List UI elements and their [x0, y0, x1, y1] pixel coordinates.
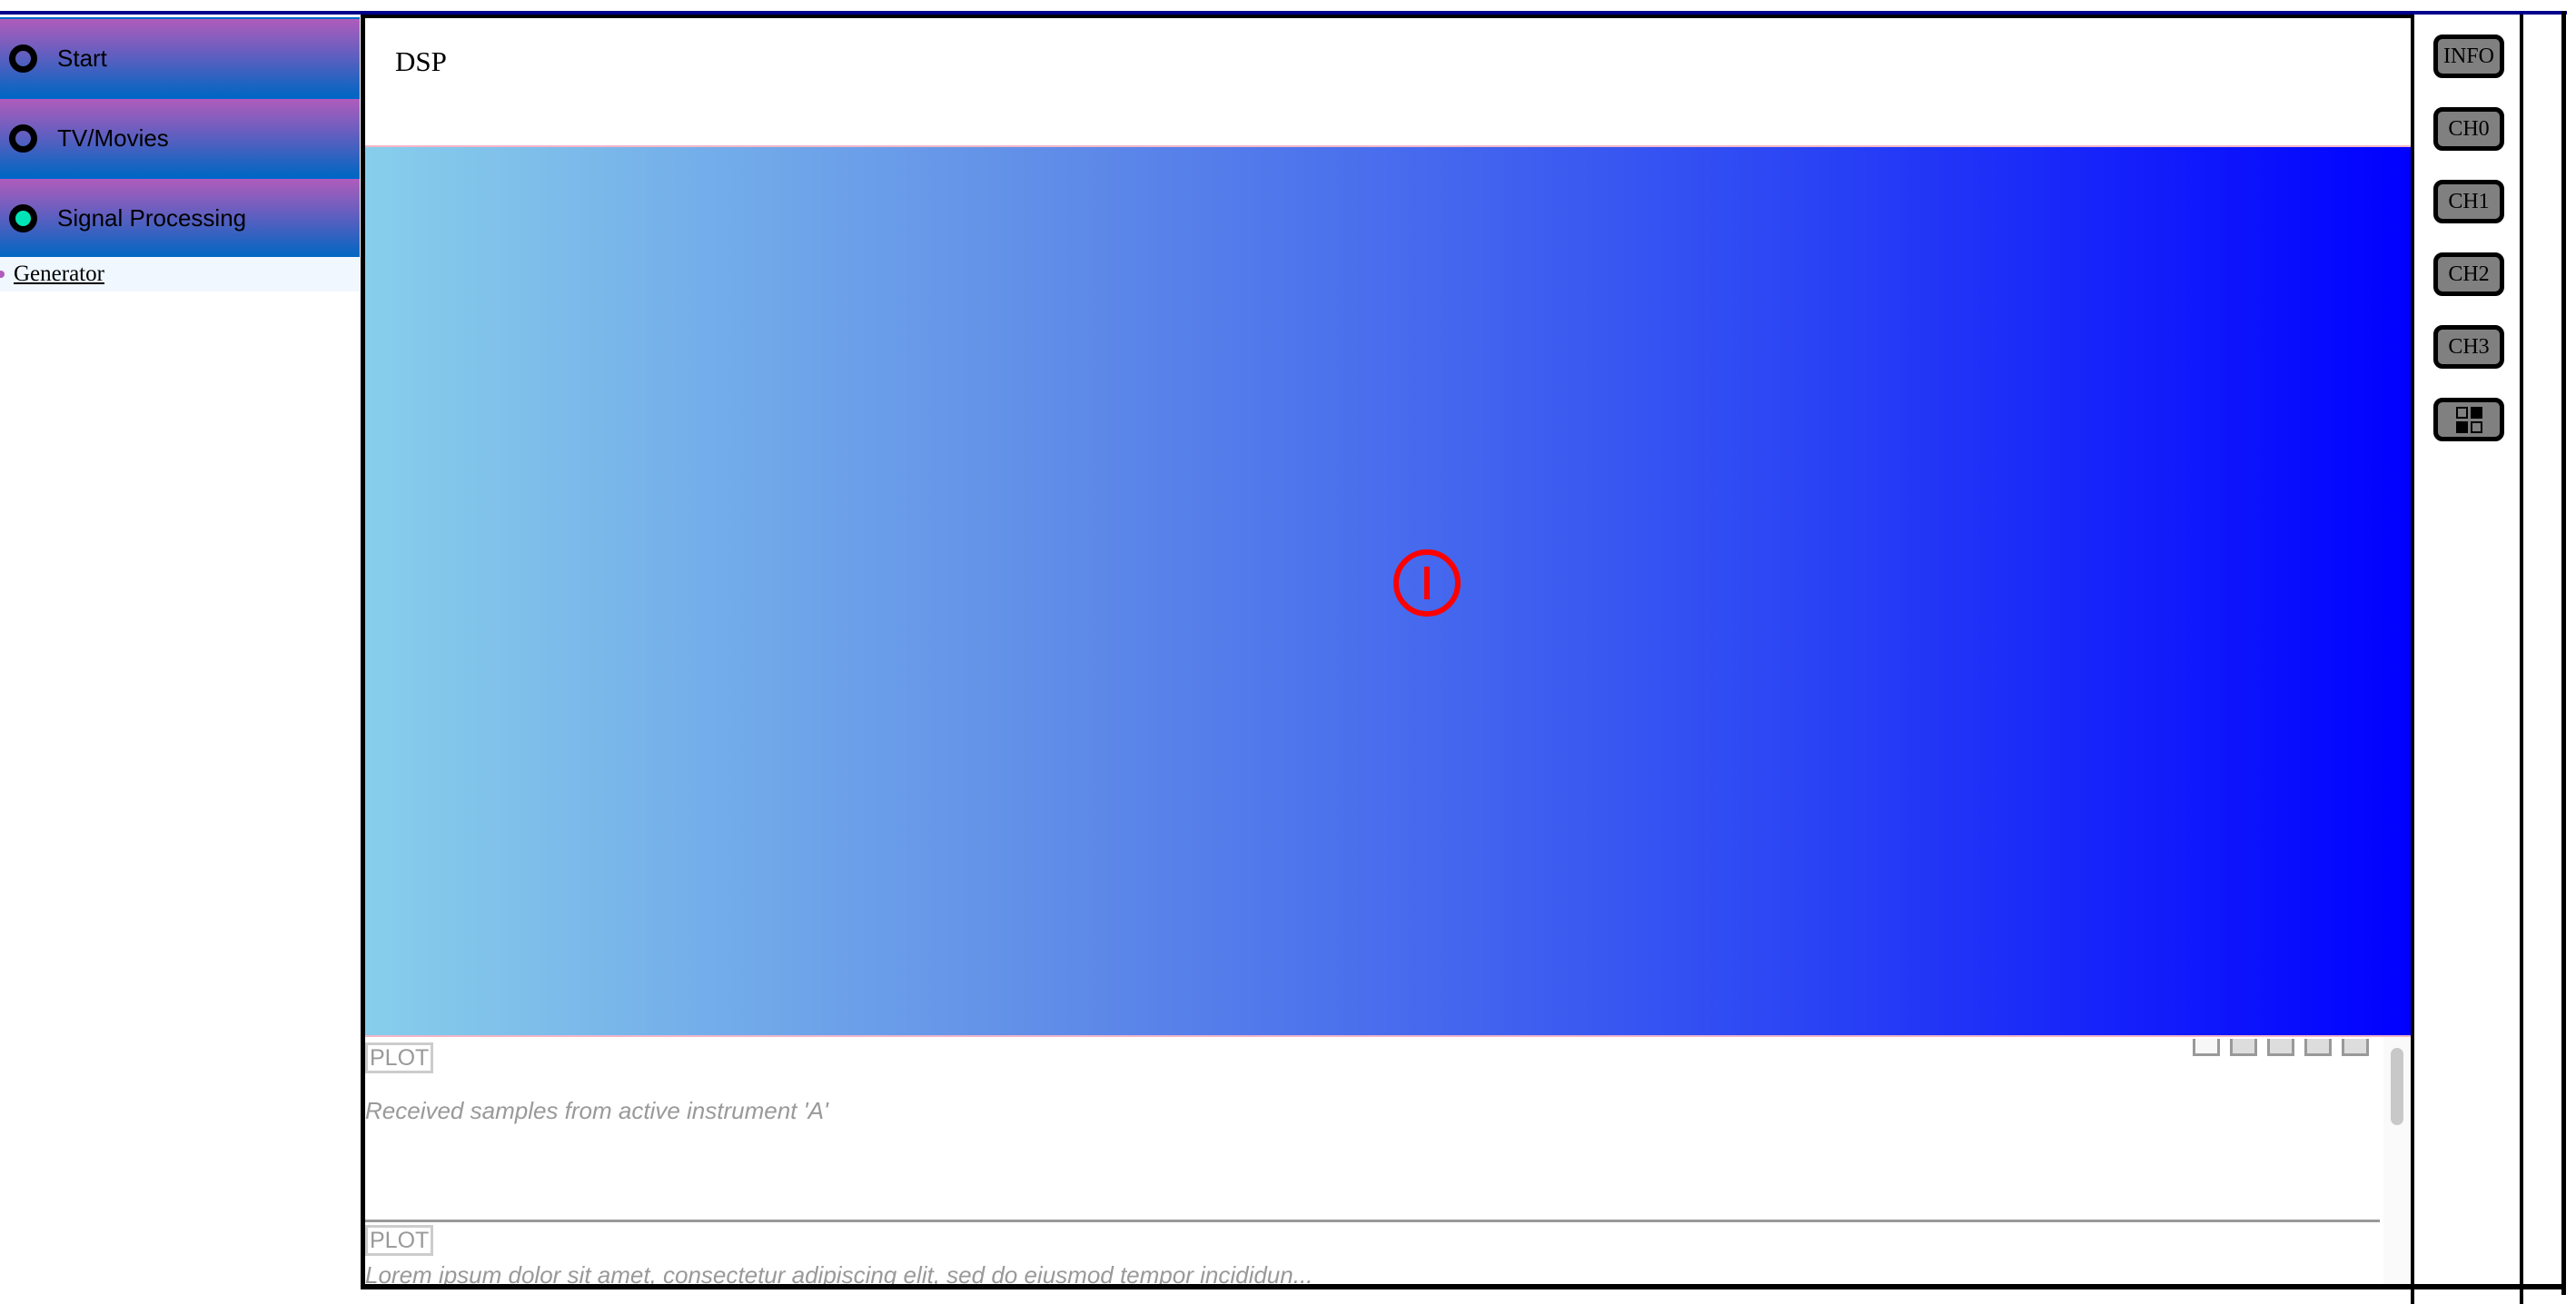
page-title: DSP	[395, 45, 447, 77]
outer-border	[2411, 1284, 2566, 1289]
info-button[interactable]: INFO	[2433, 35, 2504, 78]
radio-active-icon	[9, 203, 37, 232]
plot-tag[interactable]: PLOT	[365, 1042, 434, 1073]
divider	[365, 1220, 2380, 1222]
plot-panel-list: PLOT Received samples from active instru…	[365, 1039, 2380, 1284]
radio-icon	[9, 123, 37, 153]
sidebar-item-label: Signal Processing	[57, 203, 247, 232]
toolbar-box-button[interactable]	[2267, 1039, 2294, 1056]
ch2-button[interactable]: CH2	[2433, 252, 2504, 296]
outer-border	[2561, 11, 2566, 1295]
toolbar-box-button[interactable]	[2304, 1039, 2332, 1056]
generator-link[interactable]: Generator	[14, 262, 104, 287]
toolbar-box-button[interactable]	[2342, 1039, 2369, 1056]
sidebar: Start TV/Movies Signal Processing Genera…	[0, 17, 360, 291]
sidebar-item-start[interactable]: Start	[0, 17, 360, 97]
sidebar-item-label: TV/Movies	[57, 123, 169, 152]
ch1-button[interactable]: CH1	[2433, 180, 2504, 223]
header: DSP	[365, 18, 2411, 145]
plot-description: Received samples from active instrument …	[365, 1097, 828, 1124]
main-panel: DSP PLOT Received samples from active in…	[361, 15, 2411, 1289]
sidebar-item-tv-movies[interactable]: TV/Movies	[0, 97, 360, 177]
ch3-button[interactable]: CH3	[2433, 325, 2504, 369]
power-icon[interactable]	[1393, 549, 1461, 617]
plot-description: Lorem ipsum dolor sit amet, consectetur …	[365, 1261, 1313, 1289]
sidebar-subitem-generator: Generator	[0, 257, 360, 291]
plot-panel: PLOT Lorem ipsum dolor sit amet, consect…	[365, 1220, 2380, 1289]
plot-toolbar	[2193, 1039, 2369, 1056]
sidebar-item-signal-processing[interactable]: Signal Processing	[0, 177, 360, 257]
scrollbar-thumb[interactable]	[2391, 1048, 2403, 1125]
ch0-button[interactable]: CH0	[2433, 107, 2504, 151]
signal-display	[365, 145, 2411, 1037]
bullet-icon	[0, 271, 5, 278]
plot-tag[interactable]: PLOT	[365, 1225, 434, 1256]
layout-grid-button[interactable]	[2433, 398, 2504, 441]
sidebar-item-label: Start	[57, 44, 107, 72]
scrollbar[interactable]	[2383, 1037, 2411, 1284]
toolbar-box-button[interactable]	[2193, 1039, 2220, 1056]
channel-toolbar: INFO CH0 CH1 CH2 CH3	[2411, 15, 2523, 1304]
grid-icon	[2455, 406, 2482, 433]
toolbar-box-button[interactable]	[2230, 1039, 2257, 1056]
radio-icon	[9, 44, 37, 73]
plot-panel: PLOT Received samples from active instru…	[365, 1039, 2380, 1220]
